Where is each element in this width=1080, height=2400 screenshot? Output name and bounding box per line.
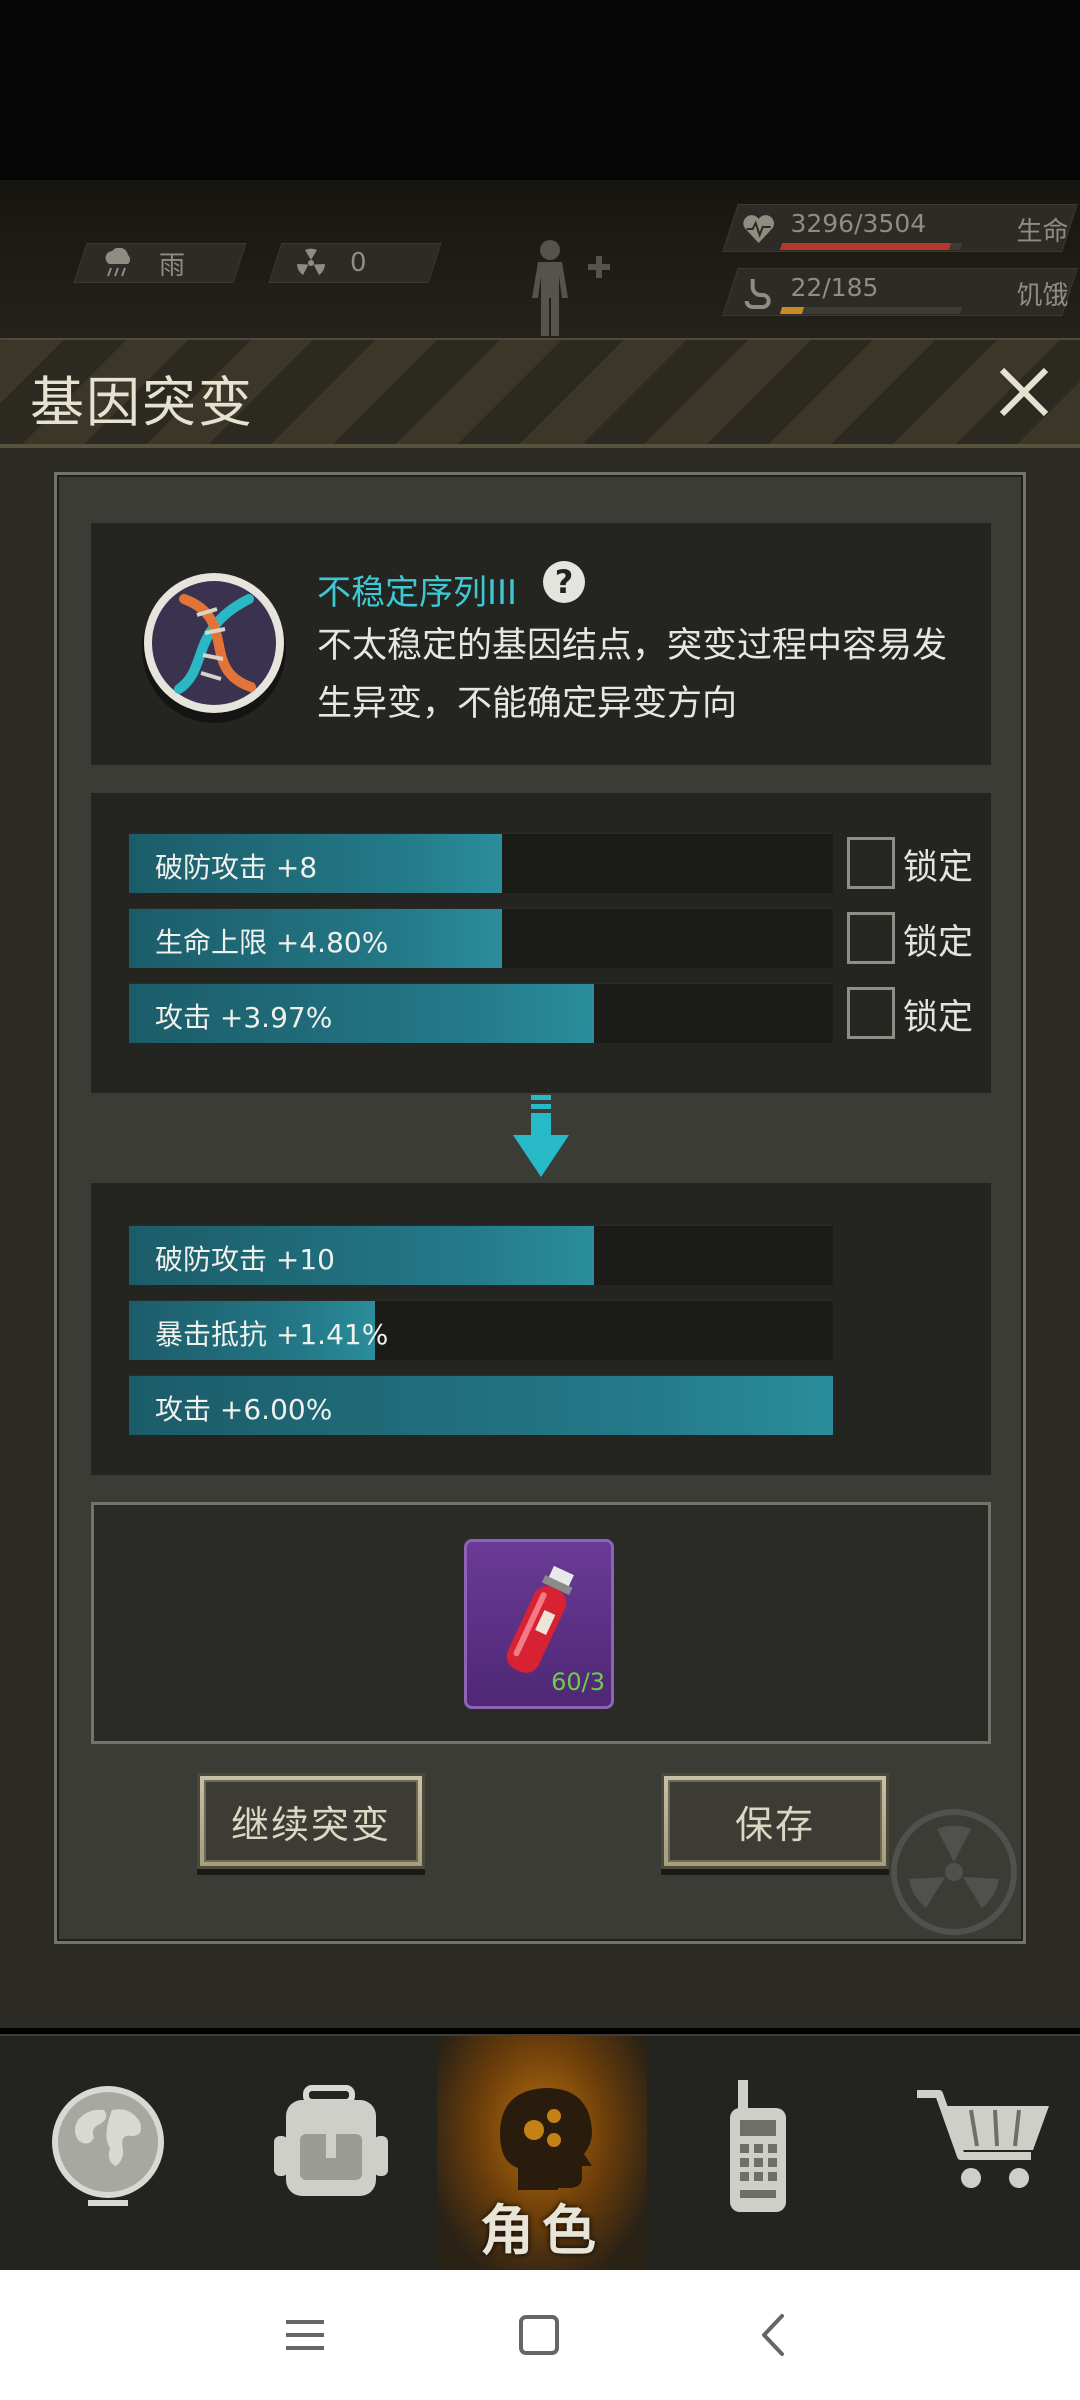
system-nav-bar [0,2270,1080,2400]
health-value: 3296/3504 [790,209,927,238]
current-attr-row: 破防攻击 +8 [129,833,833,893]
current-attr-row: 生命上限 +4.80% [129,908,833,968]
result-attr-row: 攻击 +6.00% [129,1375,833,1435]
hunger-bar [779,307,963,314]
nav-shop[interactable] [870,2036,1080,2272]
home-icon[interactable] [514,2310,564,2360]
nav-character[interactable]: 角色 [437,2036,647,2272]
health-label: 生命 [1016,217,1069,247]
dna-icon [142,573,286,723]
hunger-stat: 22/185 饥饿 [722,268,1078,316]
radiation-value: 0 [350,248,367,278]
walkie-talkie-icon [730,2080,786,2212]
lock-label: 锁定 [903,998,974,1038]
current-attributes: 破防攻击 +8 锁定 生命上限 +4.80% 锁定 攻击 +3.97% 锁定 [91,793,991,1093]
rain-cloud-icon [105,248,130,277]
lock-toggle[interactable]: 锁定 [847,983,987,1039]
item-count: 60/3 [551,1668,605,1696]
nav-label-character: 角色 [480,2199,604,2262]
lock-toggle[interactable]: 锁定 [847,908,987,964]
health-stat: 3296/3504 生命 [722,204,1078,252]
attr-text: 攻击 +6.00% [155,1393,333,1426]
attr-text: 破防攻击 +10 [155,1243,335,1276]
attr-text: 暴击抵抗 +1.41% [155,1318,389,1351]
head-icon [500,2088,592,2190]
health-bar [779,243,963,250]
cart-icon [917,2090,1049,2188]
nav-radio[interactable] [655,2036,865,2272]
radiation-indicator: 0 [268,243,442,283]
hunger-value: 22/185 [790,273,879,302]
lock-checkbox[interactable] [847,912,895,964]
menu-icon[interactable] [280,2310,330,2360]
weather-indicator: 雨 [73,243,247,283]
arrow-down-icon [513,1095,569,1177]
hunger-label: 饥饿 [1016,281,1069,311]
gene-mutation-dialog: 基因突变 不稳定序列III ? 不太稳定的基因结点，突变过程中容易发生异变，不能… [0,338,1080,2028]
top-blank-area [0,0,1080,180]
lock-label: 锁定 [903,923,974,963]
attr-text: 生命上限 +4.80% [155,926,389,959]
gene-name: 不稳定序列III [317,573,518,613]
back-icon[interactable] [750,2310,800,2360]
nav-world[interactable] [3,2036,213,2272]
lock-checkbox[interactable] [847,837,895,889]
hunger-bar-fill [779,307,804,314]
weather-label: 雨 [159,250,186,281]
continue-mutation-label: 继续突变 [204,1780,418,1862]
attr-text: 攻击 +3.97% [155,1001,333,1034]
result-attr-row: 暴击抵抗 +1.41% [129,1300,833,1360]
lock-toggle[interactable]: 锁定 [847,833,987,889]
save-button[interactable]: 保存 [661,1773,889,1869]
help-icon[interactable]: ? [543,561,585,603]
radiation-icon [297,248,325,275]
bottom-nav: 角色 [0,2034,1080,2272]
close-icon[interactable] [992,360,1056,424]
lock-checkbox[interactable] [847,987,895,1039]
gene-info: 不稳定序列III ? 不太稳定的基因结点，突变过程中容易发生异变，不能确定异变方… [91,523,991,765]
item-slot[interactable]: 60/3 [464,1539,614,1709]
mutation-panel: 不稳定序列III ? 不太稳定的基因结点，突变过程中容易发生异变，不能确定异变方… [54,472,1026,1944]
lock-label: 锁定 [903,848,974,888]
continue-mutation-button[interactable]: 继续突变 [197,1773,425,1869]
attr-text: 破防攻击 +8 [155,851,318,884]
result-attr-row: 破防攻击 +10 [129,1225,833,1285]
result-attributes: 破防攻击 +10 暴击抵抗 +1.41% 攻击 +6.00% [91,1183,991,1475]
dialog-title: 基因突变 [30,371,254,434]
backpack-icon [274,2085,388,2196]
save-label: 保存 [668,1780,882,1862]
globe-icon [52,2086,164,2206]
cost-item-area: 60/3 [91,1502,991,1744]
dialog-header: 基因突变 [0,340,1080,448]
heart-icon [743,215,774,243]
gene-description: 不太稳定的基因结点，突变过程中容易发生异变，不能确定异变方向 [317,626,948,724]
health-bar-fill [779,243,952,250]
body-plus-icon[interactable] [520,238,630,338]
current-attr-row: 攻击 +3.97% [129,983,833,1043]
nav-backpack[interactable] [221,2036,431,2272]
radiation-watermark-icon [891,1809,1017,1935]
stomach-icon [744,279,771,309]
